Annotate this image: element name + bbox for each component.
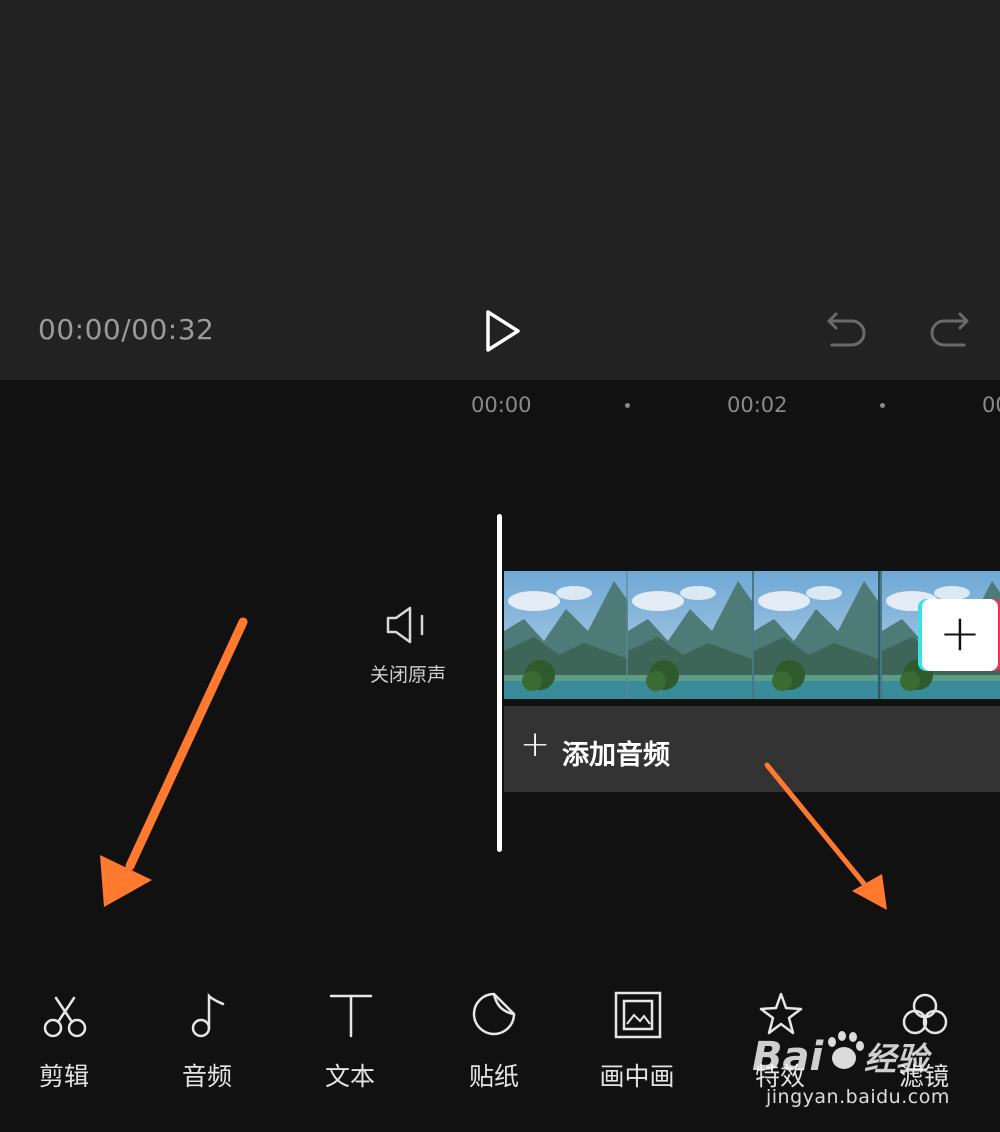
- toolbar-item-label: 剪辑: [38, 1062, 89, 1091]
- baidu-paw-icon: Bai 经验: [752, 1031, 933, 1080]
- redo-button[interactable]: [926, 306, 972, 352]
- toolbar-item-label: 文本: [324, 1062, 375, 1091]
- ruler-dot: [625, 403, 630, 408]
- playhead[interactable]: [497, 514, 502, 852]
- sticker-icon: [472, 992, 516, 1036]
- scissors-icon: [43, 996, 87, 1038]
- toolbar-item-text[interactable]: 文本: [290, 985, 410, 1095]
- add-clip-button[interactable]: +: [922, 599, 998, 671]
- toolbar-item-label: 画中画: [599, 1062, 675, 1091]
- play-icon: [486, 310, 520, 352]
- mute-original-button[interactable]: 关闭原声: [360, 596, 456, 692]
- music-note-icon: [191, 992, 225, 1038]
- speaker-icon: [386, 606, 424, 644]
- mute-original-label: 关闭原声: [369, 664, 446, 686]
- time-readout: 00:00/00:32: [38, 313, 215, 346]
- toolbar-item-audio[interactable]: 音频: [147, 985, 267, 1095]
- picture-in-picture-icon: [614, 991, 662, 1039]
- plus-icon: +: [520, 724, 551, 765]
- ruler-tick-label: 00:00: [471, 393, 532, 417]
- ruler-tick-label: 00:02: [727, 393, 788, 417]
- toolbar-item-pip[interactable]: 画中画: [577, 985, 697, 1095]
- svg-text:经验: 经验: [864, 1040, 933, 1078]
- undo-button[interactable]: [824, 306, 870, 352]
- ruler-tick-label: 00: [982, 393, 1000, 417]
- add-audio-track[interactable]: + 添加音频: [504, 706, 1000, 792]
- play-button[interactable]: [476, 306, 526, 356]
- add-audio-label: 添加音频: [562, 740, 670, 771]
- redo-icon: [930, 312, 969, 347]
- toolbar-item-label: 音频: [181, 1062, 232, 1091]
- toolbar-item-label: 贴纸: [468, 1062, 519, 1091]
- text-icon: [329, 994, 373, 1038]
- plus-icon: +: [939, 604, 981, 662]
- video-preview[interactable]: 00:00/00:32: [0, 0, 1000, 380]
- svg-text:Bai: Bai: [752, 1034, 824, 1080]
- watermark-url: jingyan.baidu.com: [766, 1086, 950, 1108]
- baidu-jingyan-watermark: Bai 经验 jingyan.baidu.com: [752, 1020, 992, 1120]
- undo-icon: [827, 312, 866, 347]
- ruler-dot: [880, 403, 885, 408]
- toolbar-item-edit[interactable]: 剪辑: [4, 985, 124, 1095]
- toolbar-item-sticker[interactable]: 贴纸: [434, 985, 554, 1095]
